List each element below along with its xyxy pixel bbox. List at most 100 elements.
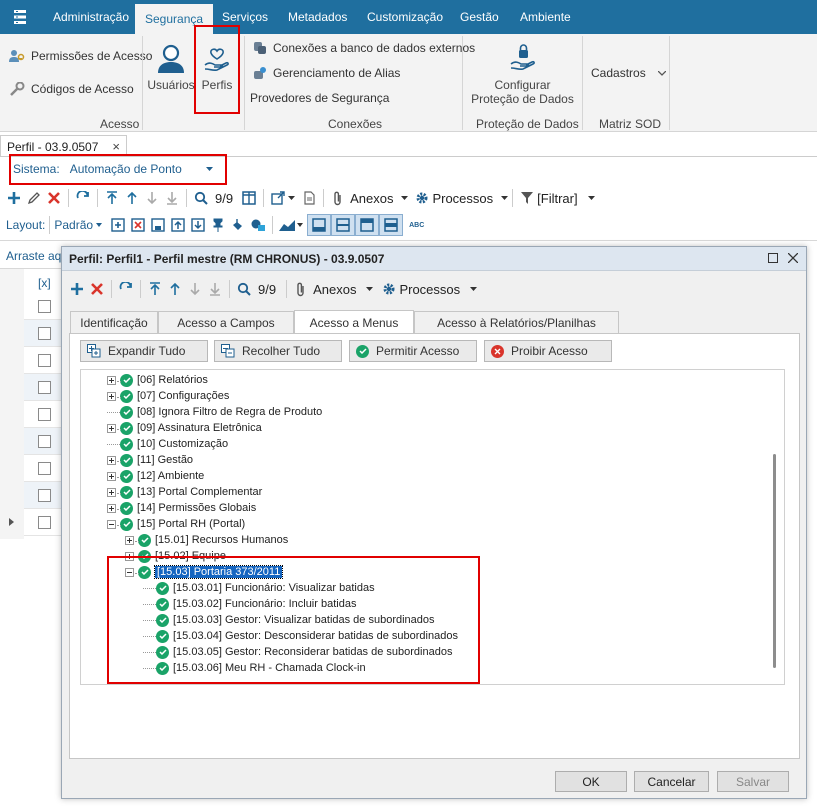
tree-node[interactable]: [08] Ignora Filtro de Regra de Produto xyxy=(107,404,458,420)
next-record-icon[interactable] xyxy=(185,279,205,299)
save-button[interactable]: Salvar xyxy=(717,771,789,792)
row-checkbox[interactable] xyxy=(38,381,51,394)
abc-icon[interactable]: ABC xyxy=(409,222,424,229)
table-row[interactable] xyxy=(24,509,62,536)
tab-administracao[interactable]: Administração xyxy=(43,0,139,34)
tree-node[interactable]: [15.01] Recursos Humanos xyxy=(107,532,458,548)
chevron-down-icon[interactable] xyxy=(501,196,509,200)
tree-node[interactable]: [14] Permissões Globais xyxy=(107,500,458,516)
collapse-icon[interactable] xyxy=(107,519,121,529)
export-icon[interactable] xyxy=(268,188,288,208)
recolher-tudo-button[interactable]: Recolher Tudo xyxy=(214,340,342,362)
conexoes-banco-button[interactable]: Conexões a banco de dados externos xyxy=(253,41,475,55)
tab-gestao[interactable]: Gestão xyxy=(450,0,509,34)
proibir-acesso-button[interactable]: Proibir Acesso xyxy=(484,340,612,362)
chevron-down-icon[interactable] xyxy=(587,196,595,200)
provedores-seguranca-button[interactable]: Provedores de Segurança xyxy=(250,91,389,105)
row-checkbox[interactable] xyxy=(38,462,51,475)
tree-node[interactable]: [12] Ambiente xyxy=(107,468,458,484)
row-checkbox[interactable] xyxy=(38,435,51,448)
close-icon[interactable]: × xyxy=(112,139,120,154)
expand-icon[interactable] xyxy=(107,487,121,497)
tab-acesso-menus[interactable]: Acesso a Menus xyxy=(294,310,414,334)
previous-record-icon[interactable] xyxy=(122,188,142,208)
chevron-down-icon[interactable] xyxy=(470,287,478,291)
scrollbar-thumb[interactable] xyxy=(773,454,776,668)
chevron-down-icon[interactable] xyxy=(96,223,103,227)
table-row[interactable] xyxy=(24,482,62,509)
expand-icon[interactable] xyxy=(107,391,121,401)
tree-node[interactable]: [10] Customização xyxy=(107,436,458,452)
expand-icon[interactable] xyxy=(107,375,121,385)
first-record-icon[interactable] xyxy=(145,279,165,299)
pin-icon[interactable] xyxy=(208,215,228,235)
expand-icon[interactable] xyxy=(107,503,121,513)
fill-icon[interactable] xyxy=(228,215,248,235)
gerenciamento-alias-button[interactable]: Gerenciamento de Alias xyxy=(253,66,400,80)
shapes-icon[interactable] xyxy=(248,215,268,235)
permissoes-acesso-button[interactable]: Permissões de Acesso xyxy=(9,49,152,63)
tree-node[interactable]: [06] Relatórios xyxy=(107,372,458,388)
table-row[interactable] xyxy=(24,455,62,482)
row-checkbox[interactable] xyxy=(38,489,51,502)
first-record-icon[interactable] xyxy=(102,188,122,208)
layout-export-icon[interactable] xyxy=(168,215,188,235)
tab-metadados[interactable]: Metadados xyxy=(278,0,357,34)
layout-selector[interactable]: Padrão xyxy=(54,218,93,232)
chevron-down-icon[interactable] xyxy=(288,196,296,200)
edit-icon[interactable] xyxy=(24,188,44,208)
expand-icon[interactable] xyxy=(107,423,121,433)
tree-node[interactable]: [13] Portal Complementar xyxy=(107,484,458,500)
layout-import-icon[interactable] xyxy=(188,215,208,235)
row-checkbox[interactable] xyxy=(38,327,51,340)
table-row[interactable] xyxy=(24,347,62,374)
table-row[interactable] xyxy=(24,401,62,428)
view-top-icon[interactable] xyxy=(355,214,380,236)
search-icon[interactable] xyxy=(191,188,211,208)
permitir-acesso-button[interactable]: Permitir Acesso xyxy=(349,340,477,362)
refresh-icon[interactable] xyxy=(116,279,136,299)
columns-icon[interactable] xyxy=(239,188,259,208)
perfis-button[interactable]: Perfis xyxy=(197,48,237,98)
processos-button[interactable]: Processos xyxy=(399,282,460,297)
chart-icon[interactable] xyxy=(277,215,297,235)
tab-identificacao[interactable]: Identificação xyxy=(70,311,158,333)
row-checkbox[interactable] xyxy=(38,408,51,421)
codigos-acesso-button[interactable]: Códigos de Acesso xyxy=(9,82,134,96)
tab-ambiente[interactable]: Ambiente xyxy=(510,0,581,34)
layout-add-icon[interactable] xyxy=(108,215,128,235)
cadastros-dropdown[interactable]: Cadastros xyxy=(591,66,666,80)
chevron-down-icon[interactable] xyxy=(401,196,409,200)
tree-scrollbar[interactable] xyxy=(769,370,784,684)
search-icon[interactable] xyxy=(234,279,254,299)
table-row[interactable] xyxy=(24,374,62,401)
tab-acesso-campos[interactable]: Acesso a Campos xyxy=(158,311,294,333)
chevron-down-icon[interactable] xyxy=(366,287,374,291)
layout-save-icon[interactable] xyxy=(148,215,168,235)
row-checkbox[interactable] xyxy=(38,300,51,313)
table-row[interactable] xyxy=(24,293,62,320)
add-icon[interactable] xyxy=(4,188,24,208)
tab-customizacao[interactable]: Customização xyxy=(357,0,453,34)
cancel-button[interactable]: Cancelar xyxy=(634,771,709,792)
layout-delete-icon[interactable] xyxy=(128,215,148,235)
tab-acesso-relatorios[interactable]: Acesso à Relatórios/Planilhas xyxy=(414,311,619,333)
chevron-down-icon[interactable] xyxy=(297,223,304,227)
sistema-selector[interactable]: Sistema: Automação de Ponto xyxy=(13,162,213,176)
document-icon[interactable] xyxy=(299,188,319,208)
last-record-icon[interactable] xyxy=(162,188,182,208)
last-record-icon[interactable] xyxy=(205,279,225,299)
expand-icon[interactable] xyxy=(107,471,121,481)
tree-node[interactable]: [15] Portal RH (Portal) xyxy=(107,516,458,532)
view-rows-icon[interactable] xyxy=(379,214,404,236)
previous-record-icon[interactable] xyxy=(165,279,185,299)
row-checkbox[interactable] xyxy=(38,354,51,367)
close-icon[interactable] xyxy=(788,253,798,263)
expandir-tudo-button[interactable]: Expandir Tudo xyxy=(80,340,208,362)
add-icon[interactable] xyxy=(67,279,87,299)
usuarios-button[interactable]: Usuários xyxy=(147,42,195,96)
tree-node[interactable]: [11] Gestão xyxy=(107,452,458,468)
app-menu-icon[interactable] xyxy=(0,0,40,34)
row-checkbox[interactable] xyxy=(38,516,51,529)
delete-icon[interactable] xyxy=(87,279,107,299)
